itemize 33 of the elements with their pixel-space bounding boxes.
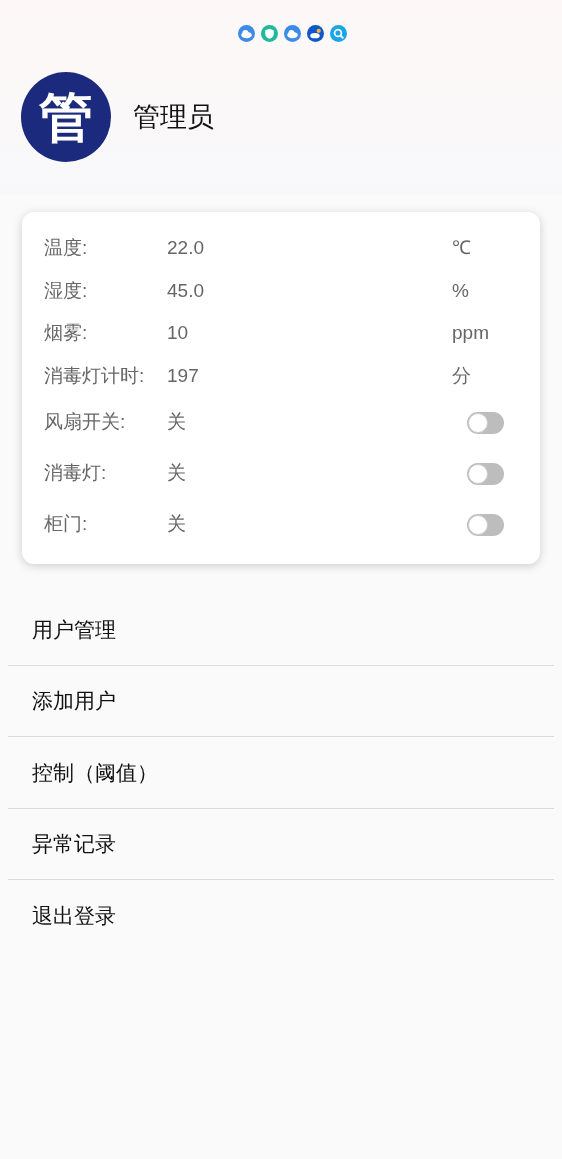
shield-icon — [261, 25, 278, 42]
menu-item[interactable]: 用户管理 — [8, 594, 554, 666]
field-label: 温度: — [44, 236, 89, 260]
field-label: 烟雾: — [44, 321, 89, 345]
field-label: 湿度: — [44, 278, 89, 303]
unit-label: % — [452, 278, 469, 303]
field-label: 消毒灯: — [44, 461, 108, 486]
field-value: 10 — [167, 321, 190, 345]
toggle-switch[interactable] — [467, 411, 504, 434]
avatar: 管 — [21, 72, 111, 162]
menu-item[interactable]: 控制（阈值） — [8, 737, 554, 809]
field-value: 关 — [167, 410, 187, 435]
menu-item[interactable]: 异常记录 — [8, 808, 554, 880]
field-label: 风扇开关: — [44, 410, 127, 435]
cloud-icon — [238, 25, 255, 42]
weather-icon — [307, 25, 324, 42]
unit-label: ppm — [452, 321, 489, 345]
field-value: 45.0 — [167, 278, 205, 303]
toggle-switch[interactable] — [467, 462, 504, 485]
unit-label: 分 — [452, 363, 471, 388]
toggle-switch[interactable] — [467, 513, 504, 536]
field-value: 关 — [167, 461, 187, 486]
field-label: 柜门: — [44, 512, 89, 537]
unit-label: ℃ — [452, 236, 471, 260]
field-value: 197 — [167, 363, 200, 388]
menu-item[interactable]: 添加用户 — [8, 665, 554, 737]
field-value: 关 — [167, 512, 187, 537]
user-name: 管理员 — [133, 100, 214, 134]
field-value: 22.0 — [167, 236, 205, 260]
cloud-icon — [284, 25, 301, 42]
menu-item[interactable]: 退出登录 — [8, 880, 554, 952]
search-icon — [330, 25, 347, 42]
field-label: 消毒灯计时: — [44, 363, 146, 388]
